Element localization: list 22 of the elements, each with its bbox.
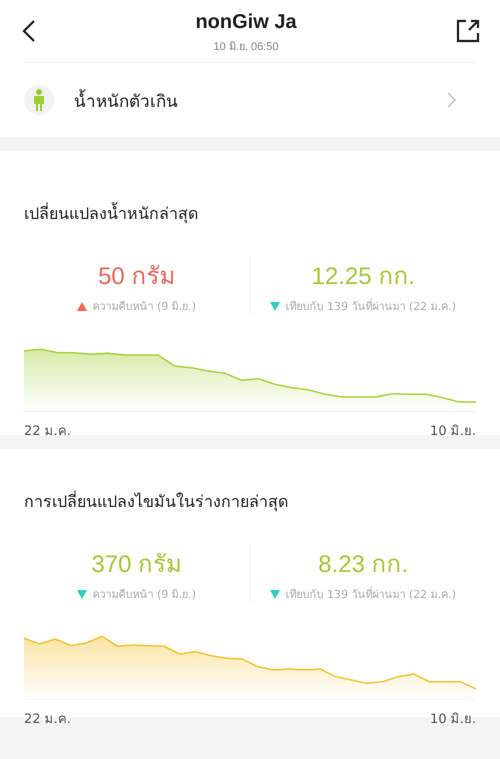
stat-value: 370 กรัม [91, 550, 182, 580]
stat-value: 12.25 กก. [312, 262, 415, 292]
status-label: น้ำหนักตัวเกิน [74, 86, 427, 114]
stat-value: 8.23 กก. [318, 550, 408, 580]
stat-caption: ความคืบหน้า (9 มิ.ย.) [92, 587, 196, 603]
stat-caption: ความคืบหน้า (9 มิ.ย.) [92, 299, 196, 315]
start-date-label: 22 ม.ค. [24, 711, 71, 729]
end-date-label: 10 มิ.ย. [430, 711, 476, 729]
stat-caption: เทียบกับ 139 วันที่ผ่านมา (22 ม.ค.) [285, 298, 456, 315]
chevron-right-icon [447, 92, 456, 108]
end-date-label: 10 มิ.ย. [430, 423, 476, 441]
stat-value: 50 กรัม [98, 262, 176, 292]
section-title: เปลี่ยนแปลงน้ำหนักล่าสุด [24, 201, 199, 226]
start-date-label: 22 ม.ค. [24, 423, 71, 441]
section-title: การเปลี่ยนแปลงไขมันในร่างกายล่าสุด [24, 490, 289, 514]
person-icon [24, 85, 54, 115]
back-icon[interactable] [22, 19, 36, 43]
share-icon[interactable] [456, 19, 480, 43]
status-row[interactable]: น้ำหนักตัวเกิน [0, 63, 500, 137]
stat-caption: เทียบกับ 139 วันที่ผ่านมา (22 ม.ค.) [285, 586, 456, 603]
timestamp: 10 มิ.ย. 06:50 [212, 40, 280, 55]
profile-name: nonGiw Ja [194, 11, 298, 34]
